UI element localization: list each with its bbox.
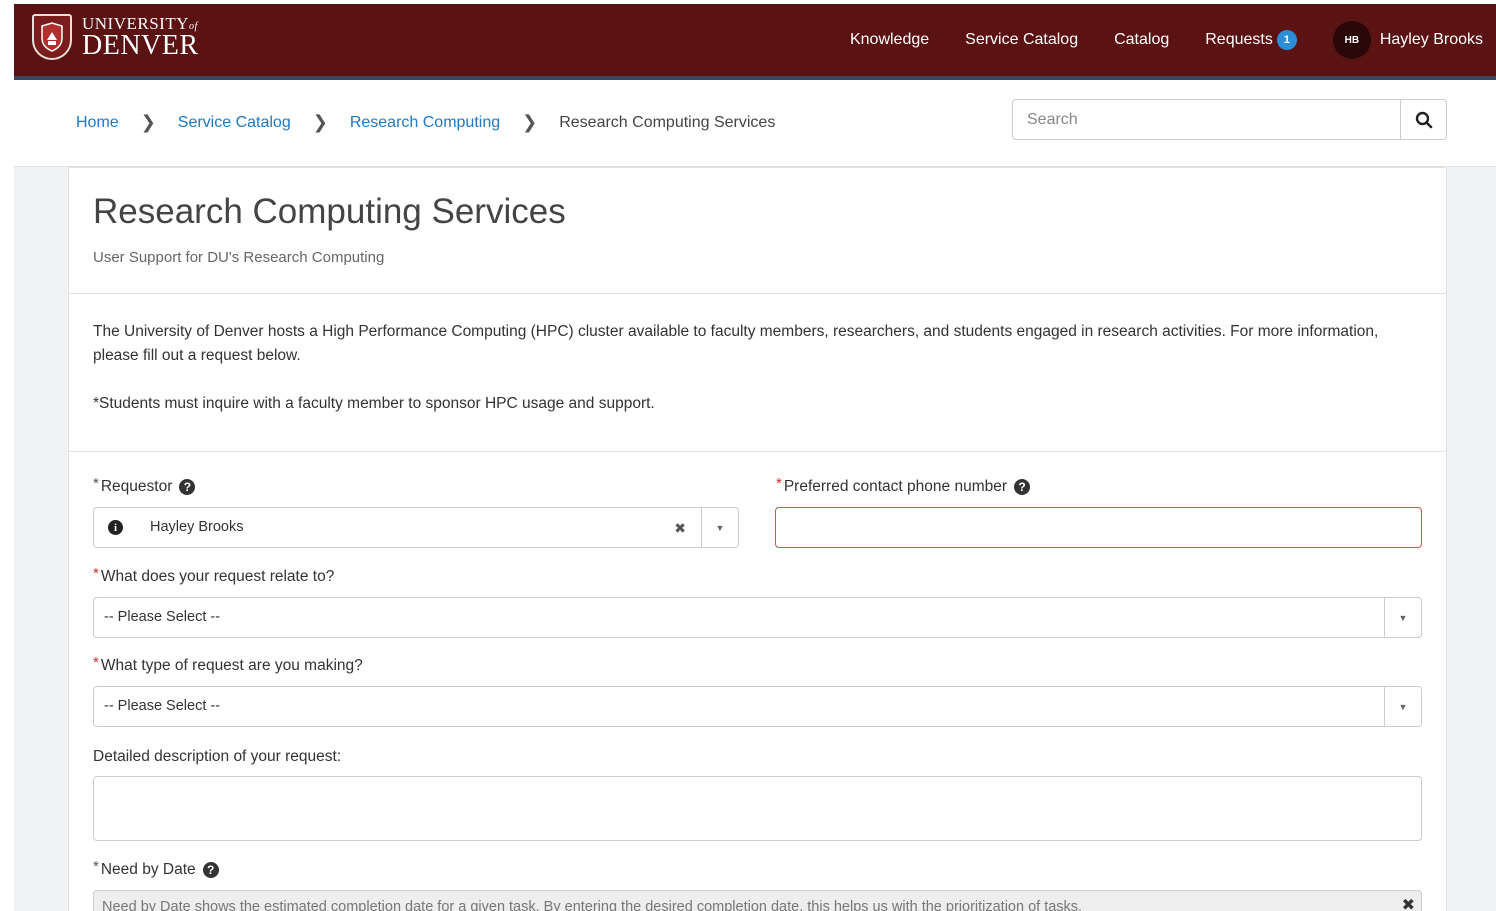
phone-label: * Preferred contact phone number ? <box>776 474 1031 496</box>
breadcrumb-current: Research Computing Services <box>559 113 776 131</box>
type-value: -- Please Select -- <box>104 698 221 714</box>
need-by-date-label-text: Need by Date <box>100 861 196 878</box>
relate-value: -- Please Select -- <box>104 609 221 625</box>
chevron-right-icon: ❯ <box>522 112 538 132</box>
info-icon[interactable]: i <box>108 520 123 535</box>
chevron-down-icon[interactable]: ▼ <box>1384 598 1421 637</box>
student-note: *Students must inquire with a faculty me… <box>93 395 655 412</box>
required-marker: * <box>93 474 99 492</box>
relate-select[interactable]: -- Please Select -- ▼ <box>93 597 1422 638</box>
nav-requests[interactable]: Requests 1 <box>1205 30 1297 50</box>
need-by-date-input[interactable]: Need by Date shows the estimated complet… <box>93 890 1422 911</box>
breadcrumb-home[interactable]: Home <box>76 114 119 132</box>
page-subtitle: User Support for DU's Research Computing <box>93 249 385 266</box>
phone-input[interactable] <box>775 507 1422 548</box>
nav-service-catalog[interactable]: Service Catalog <box>965 31 1078 49</box>
type-label: * What type of request are you making? <box>93 653 363 675</box>
need-by-date-label: * Need by Date ? <box>93 857 219 879</box>
search-input[interactable] <box>1012 99 1401 140</box>
required-marker: * <box>93 653 99 671</box>
description-label-text: Detailed description of your request: <box>93 748 342 765</box>
chevron-right-icon: ❯ <box>312 112 328 132</box>
relate-label: * What does your request relate to? <box>93 564 335 586</box>
question-circle-icon[interactable]: ? <box>1014 479 1031 495</box>
university-logo[interactable]: UNIVERSITYof DENVER <box>32 14 199 60</box>
logo-wordmark: UNIVERSITYof DENVER <box>82 13 199 61</box>
top-navbar: UNIVERSITYof DENVER Knowledge Service Ca… <box>14 4 1496 80</box>
service-description: The University of Denver hosts a High Pe… <box>69 294 1446 452</box>
chevron-down-icon[interactable]: ▼ <box>1384 687 1421 726</box>
requestor-value: Hayley Brooks <box>150 519 244 535</box>
clear-icon[interactable]: ✖ <box>1402 895 1415 911</box>
question-circle-icon[interactable]: ? <box>179 479 196 495</box>
description-text: The University of Denver hosts a High Pe… <box>93 323 1379 364</box>
required-marker: * <box>93 857 99 875</box>
search-icon <box>1415 111 1432 128</box>
requestor-select[interactable]: i Hayley Brooks ✖ ▼ <box>93 507 739 548</box>
chevron-right-icon: ❯ <box>140 112 156 132</box>
university-shield-icon <box>32 14 72 60</box>
search-button[interactable] <box>1401 99 1447 140</box>
type-select[interactable]: -- Please Select -- ▼ <box>93 686 1422 727</box>
requestor-label-text: Requestor <box>100 478 173 495</box>
nav-requests-label: Requests <box>1205 31 1273 48</box>
main-nav: Knowledge Service Catalog Catalog Reques… <box>850 4 1496 76</box>
type-label-text: What type of request are you making? <box>100 657 363 674</box>
description-textarea[interactable] <box>93 776 1422 841</box>
user-name: Hayley Brooks <box>1379 31 1483 48</box>
required-marker: * <box>93 564 99 582</box>
nav-knowledge[interactable]: Knowledge <box>850 31 929 49</box>
nav-catalog[interactable]: Catalog <box>1114 31 1169 49</box>
breadcrumb-research-computing[interactable]: Research Computing <box>350 114 500 132</box>
requestor-label: * Requestor ? <box>93 474 196 496</box>
required-marker: * <box>776 474 782 492</box>
requests-count-badge: 1 <box>1276 30 1297 50</box>
need-by-date-placeholder: Need by Date shows the estimated complet… <box>102 899 1083 911</box>
panel-header: Research Computing Services User Support… <box>69 168 1446 294</box>
phone-label-text: Preferred contact phone number <box>783 478 1008 495</box>
user-menu[interactable]: HB Hayley Brooks <box>1332 21 1483 59</box>
search-bar <box>1012 99 1447 140</box>
question-circle-icon[interactable]: ? <box>202 862 219 878</box>
relate-label-text: What does your request relate to? <box>100 568 335 585</box>
page-title: Research Computing Services <box>93 192 566 231</box>
chevron-down-icon[interactable]: ▼ <box>701 508 738 547</box>
breadcrumb-service-catalog[interactable]: Service Catalog <box>178 114 291 132</box>
clear-icon[interactable]: ✖ <box>674 508 686 548</box>
breadcrumb: Home ❯ Service Catalog ❯ Research Comput… <box>76 112 775 133</box>
avatar: HB <box>1332 21 1371 59</box>
description-label: Detailed description of your request: <box>93 748 341 766</box>
